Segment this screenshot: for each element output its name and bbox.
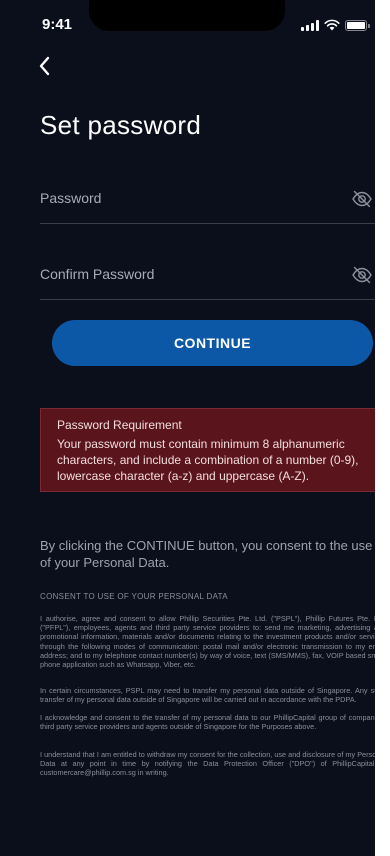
back-chevron-icon bbox=[39, 56, 50, 76]
consent-intro: By clicking the CONTINUE button, you con… bbox=[40, 538, 373, 570]
signal-icon bbox=[301, 19, 319, 31]
back-button[interactable] bbox=[34, 52, 64, 82]
consent-heading: CONSENT TO USE OF YOUR PERSONAL DATA bbox=[40, 592, 228, 601]
wifi-icon bbox=[324, 19, 340, 31]
battery-icon bbox=[345, 19, 370, 31]
page-title: Set password bbox=[40, 110, 202, 140]
requirement-text: Your password must contain minimum 8 alp… bbox=[57, 437, 359, 483]
consent-paragraph-2: In certain circumstances, PSPL may need … bbox=[40, 686, 375, 705]
confirm-password-field bbox=[40, 254, 375, 300]
password-field bbox=[40, 178, 375, 224]
requirement-title: Password Requirement bbox=[57, 418, 182, 432]
continue-button[interactable]: CONTINUE bbox=[52, 320, 373, 366]
status-bar: 9:41 bbox=[0, 0, 375, 44]
consent-paragraph-4: I understand that I am entitled to withd… bbox=[40, 750, 375, 778]
password-requirement-box: Password Requirement Your password must … bbox=[40, 408, 375, 492]
confirm-password-input[interactable] bbox=[40, 254, 340, 294]
status-time: 9:41 bbox=[42, 16, 73, 33]
consent-paragraph-3: I acknowledge and consent to the transfe… bbox=[40, 713, 375, 732]
screen: 9:41 Set password CONTINUE Password Requ… bbox=[0, 0, 375, 856]
eye-off-icon[interactable] bbox=[351, 188, 373, 210]
device-notch bbox=[89, 0, 285, 31]
password-input[interactable] bbox=[40, 178, 340, 218]
screen-edge bbox=[375, 0, 390, 856]
consent-paragraph-1: I authorise, agree and consent to allow … bbox=[40, 614, 375, 670]
status-icons bbox=[301, 19, 370, 31]
eye-off-icon[interactable] bbox=[351, 264, 373, 286]
